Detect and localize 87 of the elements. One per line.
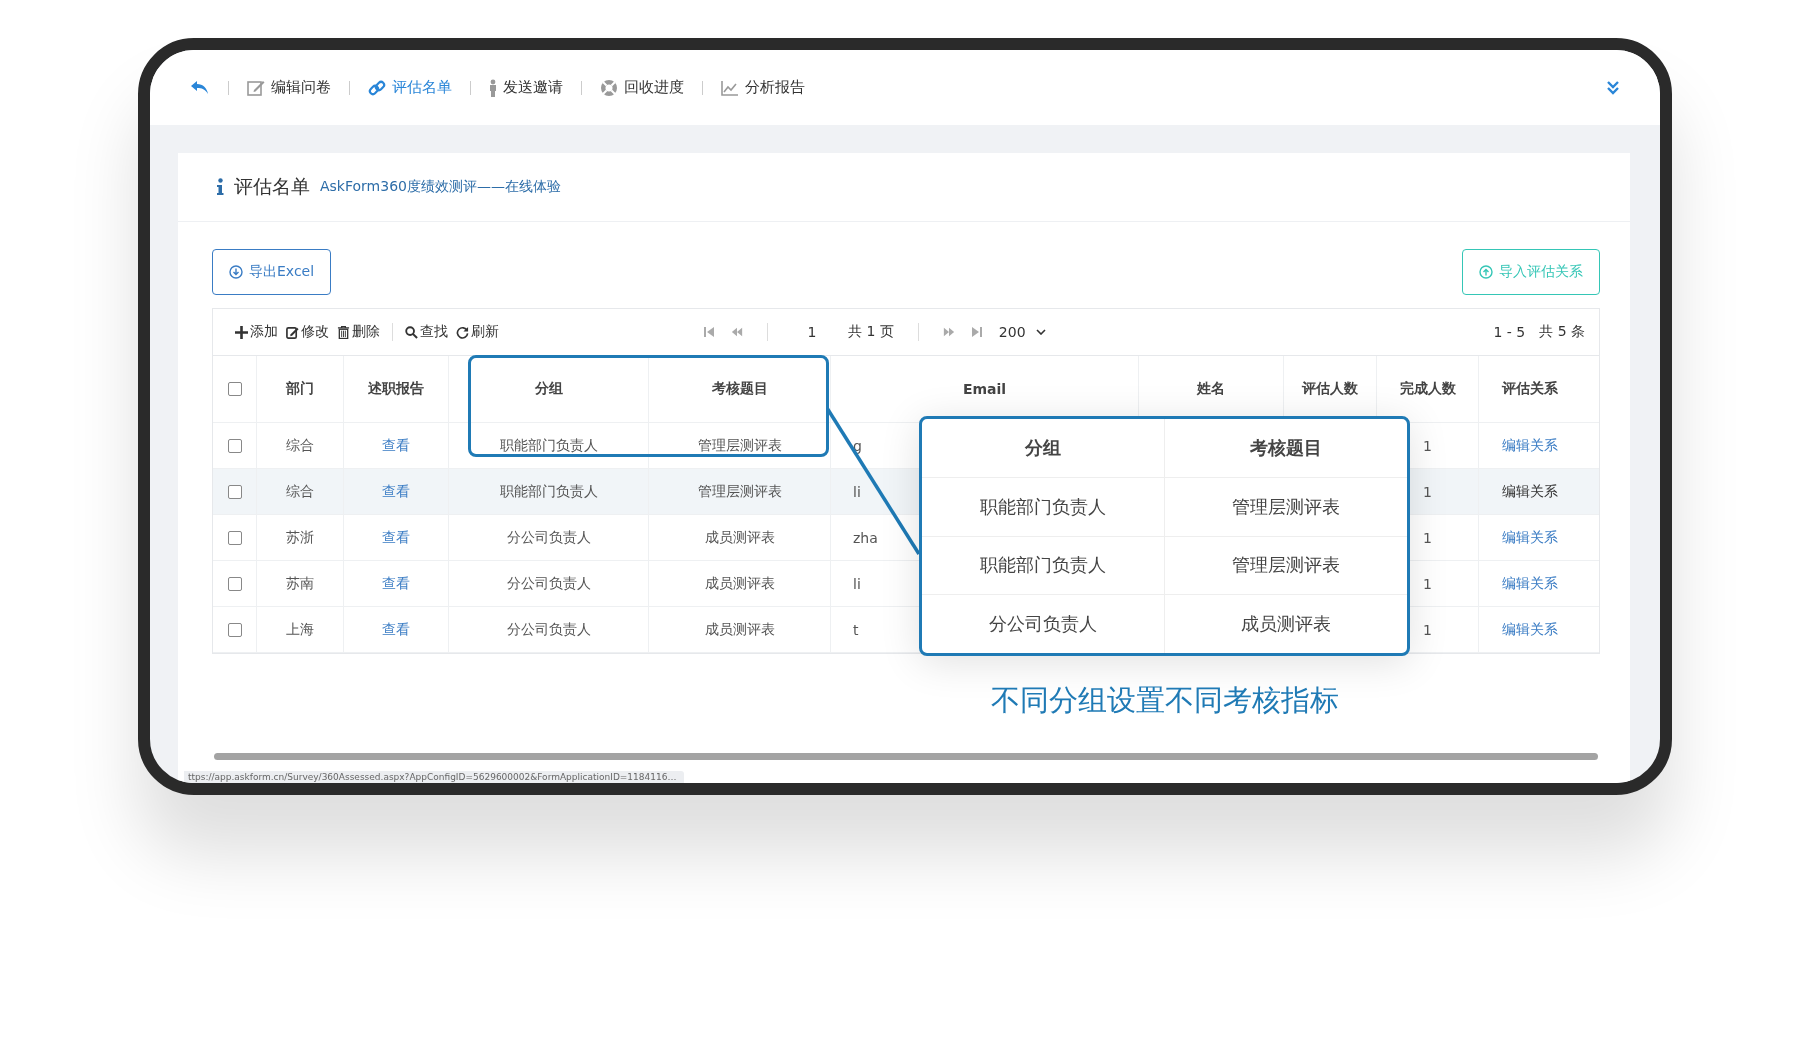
edit-relation-link[interactable]: 编辑关系 (1479, 561, 1580, 606)
row-checkbox[interactable] (227, 484, 242, 499)
double-chevron-icon[interactable] (1606, 79, 1620, 96)
table-cell: t (853, 621, 859, 638)
horizontal-scrollbar[interactable] (214, 753, 1598, 760)
table-cell: 成员测评表 (649, 561, 831, 606)
table-cell: 成员测评表 (649, 515, 831, 560)
callout-caption: 不同分组设置不同考核指标 (989, 682, 1340, 719)
view-link[interactable]: 查看 (344, 423, 449, 468)
callout-cell: 分公司负责人 (922, 595, 1165, 653)
table-cell: 分公司负责人 (449, 607, 649, 652)
toolbar-button[interactable]: 刷新 (452, 323, 503, 341)
last-page-icon[interactable] (970, 326, 983, 338)
row-checkbox[interactable] (227, 530, 242, 545)
table-cell: li (853, 483, 861, 500)
view-link[interactable]: 查看 (344, 515, 449, 560)
table-cell: 职能部门负责人 (449, 469, 649, 514)
table-cell: 综合 (257, 423, 344, 468)
page-number-field[interactable]: 1 (792, 324, 832, 340)
callout-cell-text: 成员测评表 (1239, 612, 1332, 637)
toolbar-button[interactable]: 查找 (401, 323, 452, 341)
table-cell: zha (853, 529, 878, 546)
toolbar-button[interactable]: 修改 (282, 323, 333, 341)
info-icon (216, 178, 224, 196)
table-cell: 管理层测评表 (649, 469, 831, 514)
column-header: 考核题目 (649, 356, 831, 422)
table-cell: 分公司负责人 (449, 515, 649, 560)
table-cell: 分公司负责人 (449, 561, 649, 606)
first-page-icon[interactable] (703, 326, 715, 338)
edit-icon (247, 78, 265, 97)
nav-tab[interactable]: 编辑问卷 (247, 78, 331, 97)
column-header: 分组 (449, 356, 649, 422)
nav-tab[interactable]: 评估名单 (368, 78, 452, 97)
refresh-icon (456, 325, 469, 339)
column-header: 述职报告 (344, 356, 449, 422)
table-cell: 上海 (257, 607, 344, 652)
trash-icon (337, 325, 350, 339)
view-link[interactable]: 查看 (344, 561, 449, 606)
row-checkbox[interactable] (227, 576, 242, 591)
status-bar-url: ttps://app.askform.cn/Survey/360Assessed.aspx?AppConfigID=5629600002&FormApplicationID=1184116… (184, 771, 685, 783)
edit-icon (286, 325, 299, 339)
lifebuoy-icon (600, 78, 618, 97)
page-count: 共 1 页 (848, 323, 894, 341)
table-cell: 职能部门负责人 (449, 423, 649, 468)
upload-icon (1479, 265, 1493, 279)
edit-relation-link[interactable]: 编辑关系 (1479, 515, 1580, 560)
nav-tab[interactable]: 发送邀请 (489, 78, 563, 97)
back-icon[interactable] (190, 79, 210, 96)
export-button[interactable]: 导出Excel (212, 249, 332, 295)
page-size-dropdown[interactable]: 200 (998, 324, 1046, 340)
callout-cell: 职能部门负责人 (922, 477, 1165, 536)
callout-header: 分组 (922, 419, 1165, 477)
person-icon (489, 78, 497, 97)
callout-cell: 职能部门负责人 (922, 536, 1165, 595)
page-title: 评估名单 (234, 174, 310, 199)
select-all-checkbox[interactable] (227, 382, 242, 396)
column-header: 部门 (257, 356, 344, 422)
toolbar-button[interactable]: 添加 (231, 323, 282, 341)
row-checkbox[interactable] (227, 622, 242, 637)
next-page-icon[interactable] (942, 326, 955, 338)
table-cell: 苏浙 (257, 515, 344, 560)
row-checkbox[interactable] (227, 438, 242, 453)
view-link[interactable]: 查看 (344, 607, 449, 652)
link-icon (368, 78, 386, 97)
callout-header: 考核题目 (1248, 435, 1323, 460)
column-header: 评估关系 (1500, 379, 1559, 398)
survey-link[interactable]: AskForm360度绩效测评——在线体验 (320, 178, 561, 196)
table-cell: 苏南 (257, 561, 344, 606)
download-icon (229, 265, 243, 279)
caret-icon (1035, 329, 1046, 335)
edit-relation-link[interactable]: 编辑关系 (1479, 423, 1580, 468)
record-count: 共 5 条 (1539, 323, 1585, 341)
table-cell: 管理层测评表 (649, 423, 831, 468)
search-icon (405, 325, 418, 339)
nav-tab[interactable]: 回收进度 (600, 78, 684, 97)
edit-relation-link[interactable]: 编辑关系 (1479, 607, 1580, 652)
previous-page-icon[interactable] (731, 326, 743, 338)
table-cell: 综合 (257, 469, 344, 514)
nav-tab[interactable]: 分析报告 (721, 78, 805, 97)
line-chart-icon (721, 78, 739, 97)
plus-icon (235, 325, 248, 339)
view-link[interactable]: 查看 (344, 469, 449, 514)
table-cell: li (853, 575, 861, 592)
table-cell: 成员测评表 (649, 607, 831, 652)
record-range: 1 - 5 (1493, 324, 1526, 340)
edit-relation-link[interactable]: 编辑关系 (1479, 469, 1580, 514)
toolbar-button[interactable]: 删除 (333, 323, 384, 341)
